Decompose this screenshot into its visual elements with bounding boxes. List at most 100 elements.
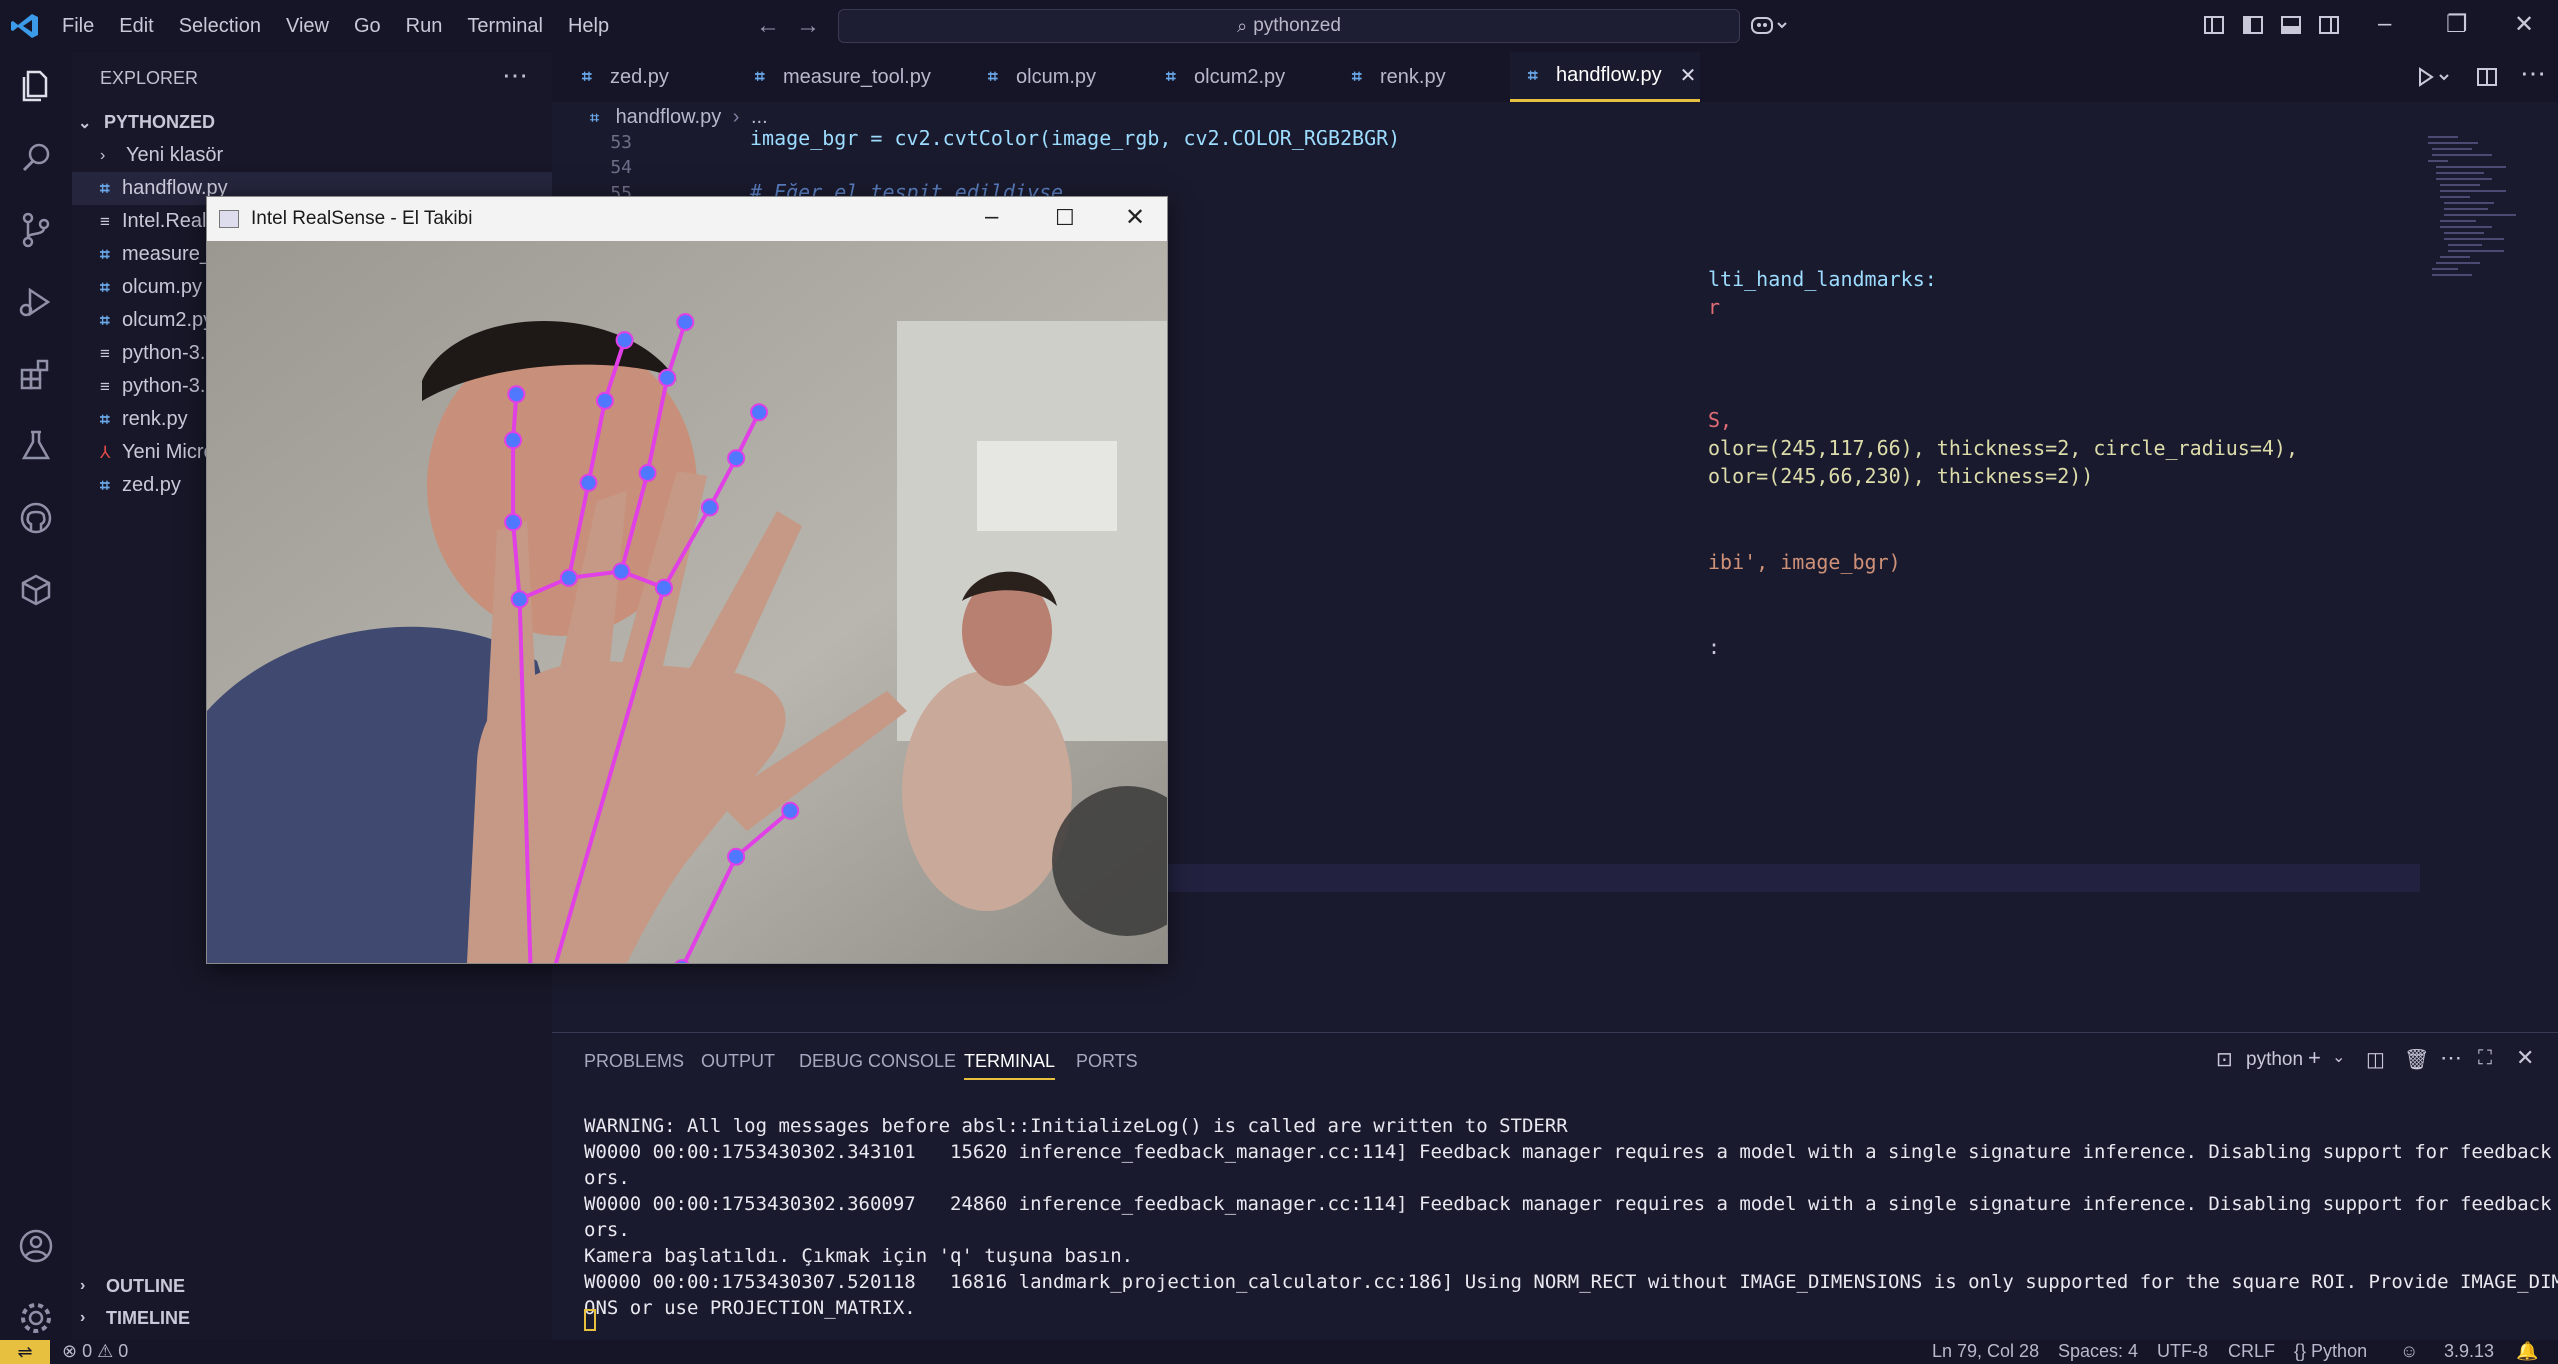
hand-landmark-point <box>700 498 719 517</box>
background-person <box>902 671 1072 911</box>
terminal-instance-name[interactable]: python <box>2246 1049 2303 1071</box>
close-window-icon[interactable]: ✕ <box>1125 203 1145 232</box>
remote-explorer-icon[interactable] <box>14 568 58 612</box>
tree-item-label: Yeni Micro <box>122 441 215 463</box>
problems-indicator[interactable]: ⊗ 0 ⚠ 0 <box>62 1341 128 1362</box>
close-window-icon[interactable]: ✕ <box>2514 10 2534 39</box>
menu-terminal[interactable]: Terminal <box>467 15 543 38</box>
chevron-right-icon: › <box>80 1277 86 1294</box>
panel-more-icon[interactable]: ⋯ <box>2440 1045 2462 1071</box>
end-of-line[interactable]: CRLF <box>2228 1341 2275 1362</box>
new-terminal-icon[interactable]: + <box>2308 1045 2321 1071</box>
settings-gear-icon[interactable] <box>14 1296 58 1340</box>
timeline-section[interactable]: › TIMELINE <box>72 1302 552 1334</box>
chevron-right-icon: › <box>80 1309 86 1326</box>
tab-terminal[interactable]: TERMINAL <box>964 1051 1056 1080</box>
hand-landmark-point <box>615 331 634 350</box>
pdf-file-icon: ⅄ <box>100 442 111 462</box>
menu-run[interactable]: Run <box>406 15 443 38</box>
tree-item-yeni-klasor[interactable]: › Yeni klasör <box>72 139 552 172</box>
testing-flask-icon[interactable] <box>14 424 58 468</box>
split-terminal-icon[interactable]: ◫ <box>2366 1047 2385 1072</box>
editor-tabs: ⌗ zed.py ⌗ measure_tool.py ⌗ olcum.py ⌗ olcu… <box>552 52 2558 102</box>
more-actions-icon[interactable]: ⋯ <box>502 60 528 91</box>
tab-output[interactable]: OUTPUT <box>701 1051 775 1072</box>
toggle-secondary-sidebar-icon[interactable] <box>2318 14 2340 36</box>
search-icon: ⌕ <box>1237 15 1248 36</box>
bottom-panel: PROBLEMS OUTPUT DEBUG CONSOLE TERMINAL P… <box>552 1032 2558 1340</box>
tab-label: zed.py <box>610 65 669 88</box>
window-titlebar[interactable]: Intel RealSense - El Takibi – ☐ ✕ <box>207 197 1167 241</box>
back-arrow-icon[interactable]: ← <box>756 12 780 40</box>
language-mode[interactable]: {} Python <box>2294 1341 2367 1362</box>
tab-zed[interactable]: ⌗ zed.py <box>582 52 669 102</box>
tab-renk[interactable]: ⌗ renk.py <box>1352 52 1446 102</box>
notifications-bell-icon[interactable]: 🔔 <box>2516 1341 2538 1362</box>
breadcrumb-file[interactable]: handflow.py <box>616 106 722 128</box>
command-center-search[interactable]: ⌕ pythonzed <box>838 9 1740 43</box>
indentation[interactable]: Spaces: 4 <box>2058 1341 2138 1362</box>
cursor-position[interactable]: Ln 79, Col 28 <box>1932 1341 2039 1362</box>
tab-ports[interactable]: PORTS <box>1076 1051 1138 1072</box>
accounts-icon[interactable] <box>14 1224 58 1268</box>
minimize-icon[interactable]: – <box>2378 10 2391 38</box>
tree-item-label: zed.py <box>122 474 181 496</box>
tab-handflow[interactable]: ⌗ handflow.py ✕ <box>1510 52 1700 102</box>
file-encoding[interactable]: UTF-8 <box>2157 1341 2208 1362</box>
customize-layout-icon[interactable] <box>2203 14 2225 36</box>
minimap[interactable] <box>2420 130 2558 1030</box>
code-line-53: image_bgr = cv2.cvtColor(image_rgb, cv2.… <box>750 130 1401 150</box>
maximize-panel-icon[interactable]: ⛶ <box>2478 1047 2492 1070</box>
tab-olcum[interactable]: ⌗ olcum.py <box>988 52 1096 102</box>
hand-landmark-point <box>727 847 746 866</box>
editor-more-actions-icon[interactable]: ⋯ <box>2520 58 2546 89</box>
terminal-line: ors. <box>584 1167 630 1189</box>
menu-selection[interactable]: Selection <box>179 15 261 38</box>
hand-landmark-point <box>559 568 578 587</box>
remote-indicator-icon[interactable]: ⇌ <box>0 1340 50 1364</box>
tab-debug-console[interactable]: DEBUG CONSOLE <box>799 1051 956 1072</box>
tab-measure-tool[interactable]: ⌗ measure_tool.py <box>755 52 931 102</box>
hand-landmark-point <box>507 385 526 404</box>
menu-file[interactable]: File <box>62 15 94 38</box>
split-editor-icon[interactable] <box>2476 66 2498 88</box>
run-python-icon[interactable] <box>2416 66 2456 88</box>
source-control-icon[interactable] <box>14 208 58 252</box>
terminal-type-icon: ⊡ <box>2216 1049 2233 1071</box>
run-debug-icon[interactable] <box>14 280 58 324</box>
close-panel-icon[interactable]: ✕ <box>2516 1045 2534 1071</box>
hand-landmark-point <box>504 513 523 532</box>
realsense-window[interactable]: Intel RealSense - El Takibi – ☐ ✕ <box>206 196 1168 964</box>
extensions-icon[interactable] <box>14 352 58 396</box>
copilot-status-icon[interactable]: ☺ <box>2400 1341 2418 1362</box>
hand-landmark-point <box>676 313 695 332</box>
workspace-folder[interactable]: ⌄ PYTHONZED <box>72 106 552 139</box>
toggle-sidebar-icon[interactable] <box>2242 14 2264 36</box>
breadcrumb-more[interactable]: ... <box>751 106 768 128</box>
search-activity-icon[interactable] <box>14 136 58 180</box>
forward-arrow-icon[interactable]: → <box>796 12 820 40</box>
trash-icon[interactable]: 🗑 <box>2404 1047 2429 1072</box>
close-tab-icon[interactable]: ✕ <box>1680 63 1697 88</box>
explorer-icon[interactable] <box>14 64 58 108</box>
menu-edit[interactable]: Edit <box>119 15 153 38</box>
menu-go[interactable]: Go <box>354 15 381 38</box>
tab-olcum2[interactable]: ⌗ olcum2.py <box>1166 52 1285 102</box>
code-fragment-colon: : <box>1708 635 1721 659</box>
restore-icon[interactable]: ❐ <box>2446 10 2468 39</box>
code-fragment-connections: S, <box>1708 408 1733 432</box>
copilot-icon[interactable] <box>1750 14 1790 36</box>
outline-section[interactable]: › OUTLINE <box>72 1270 552 1302</box>
github-icon[interactable] <box>14 496 58 540</box>
chevron-down-icon[interactable]: ⌄ <box>2332 1047 2345 1067</box>
tab-problems[interactable]: PROBLEMS <box>584 1051 684 1072</box>
title-bar: File Edit Selection View Go Run Terminal… <box>0 0 2558 52</box>
minimize-icon[interactable]: – <box>985 203 998 231</box>
tree-item-label: python-3. <box>122 342 206 364</box>
python-version[interactable]: 3.9.13 <box>2444 1341 2494 1362</box>
menu-help[interactable]: Help <box>568 15 609 38</box>
toggle-panel-icon[interactable] <box>2280 14 2302 36</box>
menu-view[interactable]: View <box>286 15 329 38</box>
hand-landmark-point <box>654 578 673 597</box>
maximize-icon[interactable]: ☐ <box>1055 205 1075 231</box>
